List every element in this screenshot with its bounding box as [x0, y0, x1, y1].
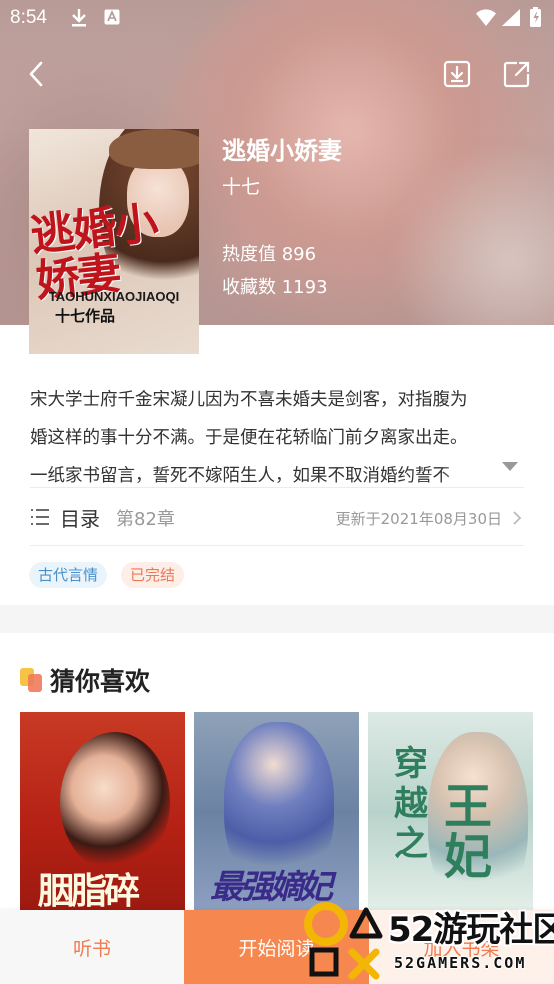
description-line: 婚这样的事十分不满。于是便在花轿临门前夕离家出走。	[30, 428, 468, 448]
tag-genre[interactable]: 古代言情	[29, 562, 108, 588]
book-title: 逃婚小娇妻	[222, 137, 342, 165]
download-button[interactable]	[437, 54, 477, 94]
tag-status[interactable]: 已完结	[121, 562, 185, 588]
divider	[30, 487, 524, 488]
divider	[30, 545, 524, 546]
section-gap	[0, 605, 554, 633]
cover-byline: 十七作品	[55, 307, 116, 325]
book-cover: 逃婚小娇妻 TAOHUNXIAOJIAOQI 十七作品	[29, 129, 199, 354]
download-status-icon	[70, 8, 88, 32]
recommend-title: 猜你喜欢	[50, 667, 151, 696]
toc-row[interactable]: 目录 第82章 更新于2021年08月30日	[30, 498, 524, 536]
recommend-book-art: 胭脂碎	[38, 870, 140, 912]
signal-icon	[502, 9, 520, 30]
recommend-book-art: 王妃	[444, 779, 493, 885]
recommend-book-3[interactable]: 穿越之 王妃	[368, 712, 533, 912]
battery-icon	[530, 7, 541, 31]
share-icon	[503, 61, 530, 88]
list-icon	[30, 508, 50, 530]
triangle-down-icon[interactable]	[502, 462, 518, 471]
recommend-book-2[interactable]: 最强嫡妃	[194, 712, 359, 912]
description-line: 宋大学士府千金宋凝儿因为不喜未婚夫是剑客，对指腹为	[30, 390, 468, 410]
toc-chapter-count: 第82章	[116, 509, 175, 530]
watermark-url: 52GAMERS.COM	[394, 954, 527, 972]
cover-pinyin: TAOHUNXIAOJIAOQI	[48, 289, 180, 304]
book-author[interactable]: 十七	[222, 172, 260, 199]
keyboard-status-icon	[104, 9, 120, 29]
download-icon	[443, 60, 471, 88]
watermark-logo-icon	[304, 902, 388, 984]
listen-button[interactable]: 听书	[0, 910, 184, 984]
watermark-text: 52游玩社区	[388, 910, 554, 950]
toc-label: 目录	[60, 507, 100, 531]
book-heat: 热度值 896	[222, 244, 317, 265]
book-favorites: 收藏数 1193	[222, 277, 328, 298]
back-button[interactable]	[16, 54, 56, 94]
recommend-icon	[20, 668, 44, 692]
toc-updated-date: 更新于2021年08月30日	[335, 510, 502, 528]
recommend-book-art: 穿越之	[394, 744, 428, 864]
chevron-right-icon	[512, 510, 522, 530]
status-time: 8:54	[10, 7, 47, 28]
recommend-book-1[interactable]: 胭脂碎	[20, 712, 185, 912]
status-bar: 8:54	[0, 0, 554, 38]
back-arrow-icon	[29, 61, 43, 87]
wifi-icon	[476, 9, 496, 30]
watermark: 52游玩社区 52GAMERS.COM	[304, 900, 554, 984]
share-button[interactable]	[497, 54, 537, 94]
